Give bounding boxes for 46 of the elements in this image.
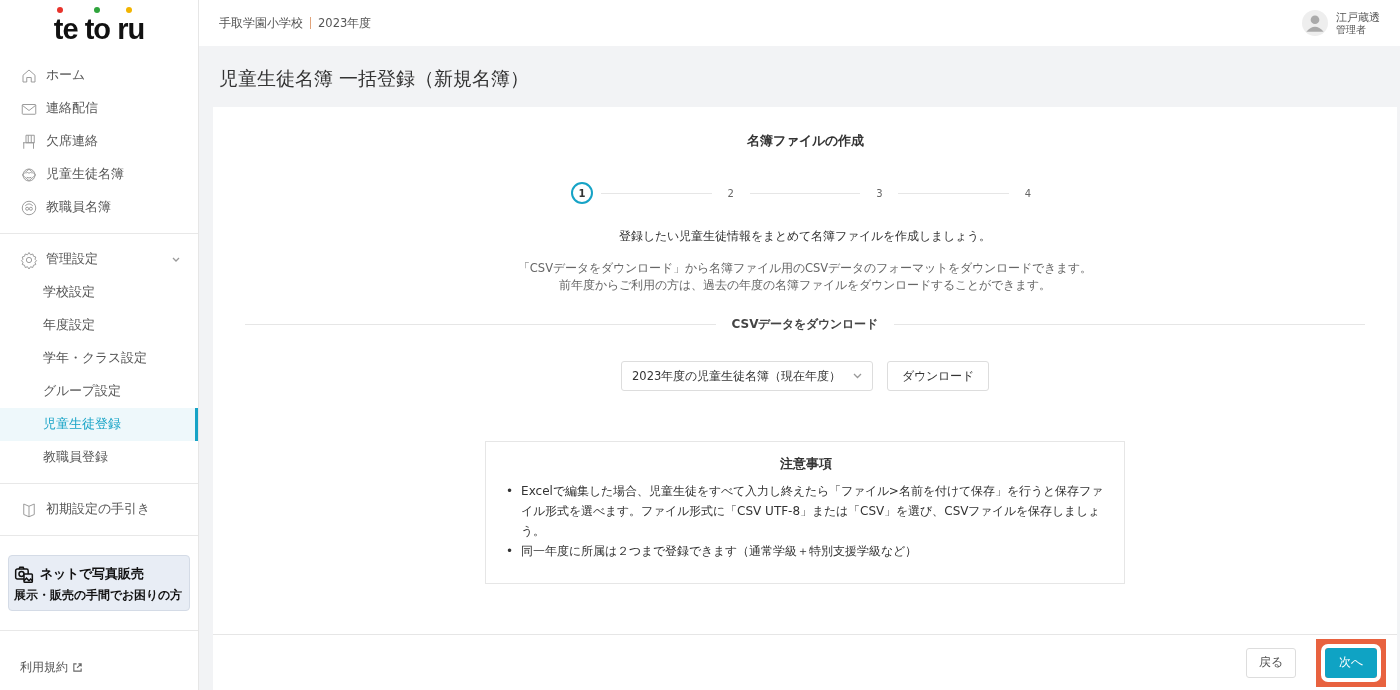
face-glasses-icon	[20, 198, 38, 217]
terms-link[interactable]: 利用規約	[20, 659, 68, 676]
year-dropdown[interactable]: 2023年度の児童生徒名簿（現在年度）	[621, 361, 873, 391]
submenu-item[interactable]: 学校設定	[0, 276, 198, 309]
user-name: 江戸蔵透	[1336, 10, 1380, 24]
nav-item[interactable]: 児童生徒名簿	[0, 158, 198, 191]
external-link-icon	[72, 662, 83, 673]
bullet: •	[506, 483, 514, 500]
school-year: 2023年度	[318, 15, 372, 31]
chair-icon	[20, 132, 38, 151]
banner-title: ネットで写真販売	[40, 564, 144, 583]
step-indicator: 4	[1023, 186, 1033, 201]
step-indicator: 2	[726, 186, 735, 201]
banner-subtitle: 展示・販売の手間でお困りの方	[14, 587, 182, 603]
download-button[interactable]: ダウンロード	[887, 361, 989, 391]
description-text: 前年度からご利用の方は、過去の年度の名簿ファイルをダウンロードすることができます。	[558, 277, 1052, 294]
step-indicator: 1	[571, 182, 593, 204]
bullet: •	[506, 543, 514, 560]
intro-text: 登録したい児童生徒情報をまとめて名簿ファイルを作成しましょう。	[619, 228, 991, 245]
description-text: 「CSVデータをダウンロード」から名簿ファイル用のCSVデータのフォーマットをダウンロードできます。	[517, 260, 1093, 277]
settings-menu[interactable]: 管理設定	[0, 243, 198, 276]
gear-icon	[20, 250, 38, 269]
section-heading: 名簿ファイルの作成	[746, 133, 864, 150]
notes-title: 注意事項	[779, 456, 833, 473]
nav-item[interactable]: 教職員名簿	[0, 191, 198, 224]
page-title: 児童生徒名簿 一括登録（新規名簿）	[218, 66, 531, 91]
book-icon	[20, 500, 38, 519]
back-button[interactable]: 戻る	[1246, 647, 1296, 678]
nav-item[interactable]: ホーム	[0, 59, 198, 92]
nav-item[interactable]: 連絡配信	[0, 92, 198, 125]
school-name: 手取学園小学校	[219, 15, 303, 31]
note-item: Excelで編集した場合、児童生徒をすべて入力し終えたら「ファイル>名前を付けて保存」を行うと保存ファイル形式を選べます。ファイル形式に「CSV UTF-8」または「CSV」を選び、CSVファイルを保存しましょう。	[521, 483, 1104, 540]
submenu-item[interactable]: 年度設定	[0, 309, 198, 342]
submenu-item[interactable]: グループ設定	[0, 375, 198, 408]
logo: te to ru	[53, 7, 145, 44]
avatar-icon	[1302, 10, 1328, 36]
user-role: 管理者	[1336, 23, 1367, 36]
divider-label: CSVデータをダウンロード	[731, 316, 879, 333]
chevron-down-icon	[853, 373, 862, 379]
step-indicator: 3	[875, 186, 884, 201]
promo-banner[interactable]: ネットで写真販売 展示・販売の手間でお困りの方	[8, 555, 190, 611]
note-item: 同一年度に所属は２つまで登録できます（通常学級＋特別支援学級など）	[521, 543, 918, 560]
submenu-item[interactable]: 学年・クラス設定	[0, 342, 198, 375]
submenu-item[interactable]: 教職員登録	[0, 441, 198, 474]
nav-item[interactable]: 欠席連絡	[0, 125, 198, 158]
guide-link[interactable]: 初期設定の手引き	[0, 493, 198, 526]
